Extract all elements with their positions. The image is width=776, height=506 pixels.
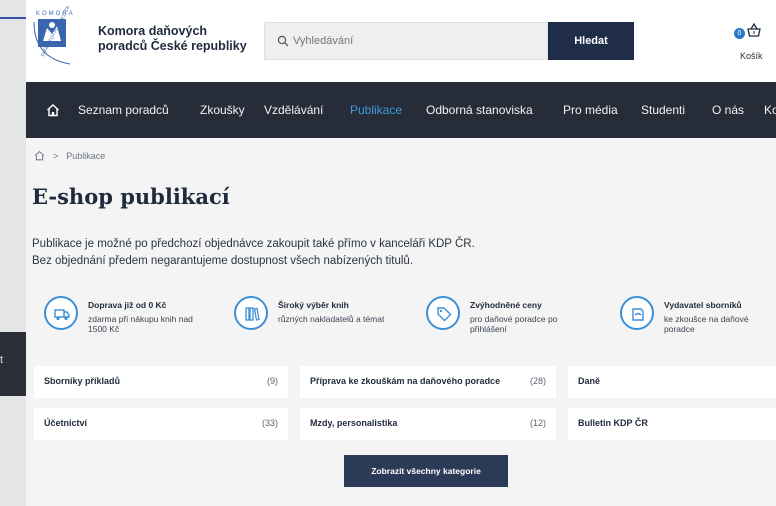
intro-line-1: Publikace je možné po předchozí objednáv…: [32, 238, 475, 250]
feature-shipping: Doprava již od 0 Kč zdarma při nákupu kn…: [44, 296, 234, 346]
category-mzdy-personalistika[interactable]: Mzdy, personalistika (12): [300, 408, 556, 440]
breadcrumb-current: Publikace: [66, 150, 106, 161]
feature-desc-line-1: pro daňové poradce po: [470, 314, 558, 324]
category-priprava-ke-zkouskam[interactable]: Příprava ke zkouškám na daňového poradce…: [300, 366, 556, 398]
search-box: [264, 22, 548, 60]
search-icon: [277, 35, 289, 47]
background-text-fragment: t: [0, 354, 4, 366]
feature-desc-line-1: ke zkoušce na daňové: [664, 314, 749, 324]
category-count: (9): [267, 376, 278, 386]
search-button[interactable]: Hledat: [548, 22, 634, 60]
category-name: Sborníky příkladů: [44, 376, 121, 386]
category-ucetnictvi[interactable]: Účetnictví (33): [34, 408, 288, 440]
category-name: Příprava ke zkouškám na daňového poradce: [310, 376, 501, 386]
category-count: (12): [529, 418, 546, 428]
feature-desc-line-2: 1500 Kč: [88, 324, 120, 334]
main-navigation: Seznam poradců Zkoušky Vzdělávání Publik…: [26, 82, 776, 138]
category-count: (28): [529, 376, 546, 386]
cart-label: Košík: [740, 51, 763, 61]
home-icon[interactable]: [46, 103, 60, 117]
nav-item-kontakty[interactable]: Ko: [764, 82, 776, 138]
nav-item-studenti[interactable]: Studenti: [641, 82, 685, 138]
background-accent-line: [0, 17, 26, 19]
nav-item-pro-media[interactable]: Pro média: [563, 82, 618, 138]
brand-name[interactable]: Komora daňových poradců České republiky: [98, 24, 247, 54]
nav-item-publikace[interactable]: Publikace: [350, 82, 402, 138]
feature-title: Zvýhodněné ceny: [470, 300, 542, 310]
nav-item-seznam-poradcu[interactable]: Seznam poradců: [78, 82, 169, 138]
nav-item-o-nas[interactable]: O nás: [712, 82, 744, 138]
feature-description: pro daňové poradce po přihlášení: [470, 314, 557, 334]
feature-description: ke zkoušce na daňové poradce: [664, 314, 749, 334]
feature-desc-line-1: zdarma při nákupu knih nad: [88, 314, 193, 324]
feature-desc-line-2: přihlášení: [470, 324, 507, 334]
breadcrumb-separator: >: [53, 150, 59, 161]
shopping-basket-icon: [747, 22, 761, 37]
breadcrumb-home-icon[interactable]: [34, 150, 45, 161]
category-sborniky-prikladu[interactable]: Sborníky příkladů (9): [34, 366, 288, 398]
category-name: Účetnictví: [44, 418, 88, 428]
book-publisher-icon: [632, 308, 644, 321]
feature-selection: Široký výběr knih různých nakladatelů a …: [234, 296, 424, 346]
category-dane[interactable]: Daně: [568, 366, 776, 398]
background-page-fragment: t: [0, 0, 26, 506]
background-dark-block: t: [0, 332, 26, 396]
page-intro: Publikace je možné po předchozí objednáv…: [32, 236, 475, 270]
brand-line-1: Komora daňových: [98, 24, 208, 38]
category-count: (33): [261, 418, 278, 428]
category-bulletin-kdp[interactable]: Bulletin KDP ČR: [568, 408, 776, 440]
feature-description: různých nakladatelů a témat: [278, 314, 384, 324]
feature-desc-line-1: různých nakladatelů a témat: [278, 314, 385, 324]
logo-text-top: KOMORA: [36, 11, 75, 17]
feature-icon-circle: [44, 296, 78, 330]
feature-description: zdarma při nákupu knih nad 1500 Kč: [88, 314, 193, 334]
nav-item-vzdelavani[interactable]: Vzdělávání: [264, 82, 323, 138]
feature-icon-circle: [620, 296, 654, 330]
nav-item-odborna-stanoviska[interactable]: Odborná stanoviska: [426, 82, 533, 138]
feature-desc-line-2: poradce: [664, 324, 695, 334]
show-all-categories-button[interactable]: Zobrazit všechny kategorie: [344, 455, 508, 487]
category-name: Daně: [578, 376, 601, 386]
search-input[interactable]: [293, 23, 543, 59]
truck-icon: [54, 309, 70, 321]
kdp-logo[interactable]: KOMORA DAŇOVÝCH PORADCŮ ČR: [30, 3, 94, 74]
kdp-logo-icon: KOMORA DAŇOVÝCH PORADCŮ ČR: [33, 3, 75, 65]
category-name: Mzdy, personalistika: [310, 418, 398, 428]
cart-link[interactable]: 0 Košík: [730, 18, 774, 64]
nav-item-zkousky[interactable]: Zkoušky: [200, 82, 245, 138]
feature-title: Vydavatel sborníků: [664, 300, 742, 310]
feature-icon-circle: [426, 296, 460, 330]
price-tag-icon: [437, 307, 452, 322]
site-header: KOMORA DAŇOVÝCH PORADCŮ ČR Komora daňový…: [26, 0, 776, 82]
feature-title: Doprava již od 0 Kč: [88, 300, 167, 310]
feature-publisher: Vydavatel sborníků ke zkoušce na daňové …: [620, 296, 776, 346]
category-name: Bulletin KDP ČR: [578, 418, 648, 428]
breadcrumb: > Publikace: [34, 150, 105, 161]
cart-count-badge: 0: [734, 28, 745, 39]
feature-icon-circle: [234, 296, 268, 330]
feature-title: Široký výběr knih: [278, 300, 349, 310]
brand-line-2: poradců České republiky: [98, 39, 247, 53]
intro-line-2: Bez objednání předem negarantujeme dostu…: [32, 255, 414, 267]
page-title: E-shop publikací: [32, 184, 230, 209]
books-icon: [245, 307, 260, 321]
eshop-page: KOMORA DAŇOVÝCH PORADCŮ ČR Komora daňový…: [26, 0, 776, 506]
feature-prices: Zvýhodněné ceny pro daňové poradce po př…: [426, 296, 616, 346]
